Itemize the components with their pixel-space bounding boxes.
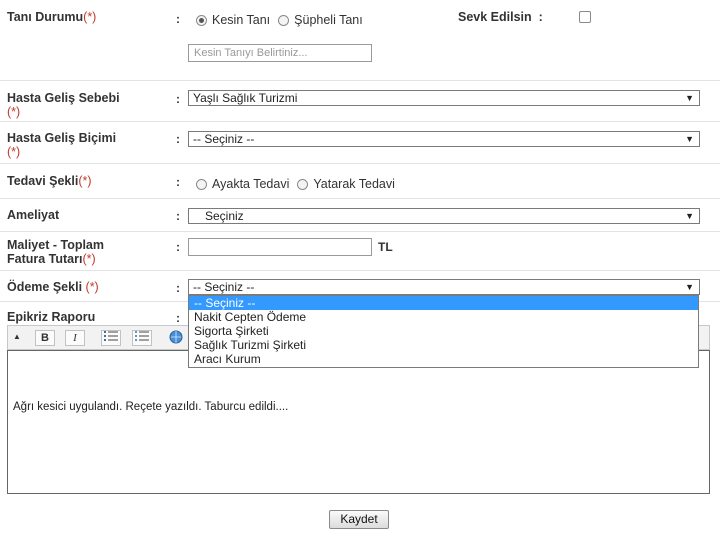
colon: :: [176, 175, 180, 189]
dropdown-arrow-icon: ▼: [685, 211, 694, 221]
colon: :: [176, 132, 180, 146]
colon: :: [176, 92, 180, 106]
odeme-sekli-dropdown-list: -- Seçiniz -- Nakit Cepten Ödeme Sigorta…: [188, 295, 699, 368]
dropdown-arrow-icon: ▼: [685, 134, 694, 144]
radio-unchecked-icon[interactable]: [196, 178, 207, 190]
colon: :: [176, 209, 180, 223]
hasta-gelis-sebebi-select[interactable]: Yaşlı Sağlık Turizmi ▼: [188, 90, 700, 106]
divider: [0, 198, 720, 199]
colon: :: [176, 12, 180, 26]
save-button[interactable]: Kaydet: [329, 510, 389, 529]
divider: [0, 163, 720, 164]
radio-kesin-tani[interactable]: Kesin Tanı: [196, 13, 270, 27]
bold-button[interactable]: B: [35, 330, 55, 346]
hasta-gelis-sebebi-label: Hasta Geliş Sebebi (*): [7, 91, 120, 119]
tedavi-sekli-radio-group: Ayakta Tedavi Yatarak Tedavi: [196, 177, 403, 191]
dropdown-option[interactable]: Sigorta Şirketi: [189, 324, 698, 338]
ordered-list-icon: [104, 331, 118, 341]
tani-durumu-radio-group: Kesin Tanı Şüpheli Tanı: [196, 13, 371, 27]
radio-ayakta-tedavi[interactable]: Ayakta Tedavi: [196, 177, 289, 191]
odeme-sekli-label: Ödeme Şekli (*): [7, 280, 99, 294]
divider: [0, 121, 720, 122]
unordered-list-icon: [135, 331, 149, 341]
hasta-gelis-bicimi-select[interactable]: -- Seçiniz -- ▼: [188, 131, 700, 147]
odeme-sekli-select[interactable]: -- Seçiniz -- ▼: [188, 279, 700, 295]
tedavi-sekli-label: Tedavi Şekli(*): [7, 174, 92, 188]
italic-button[interactable]: I: [65, 330, 85, 346]
kesin-tani-input[interactable]: Kesin Tanıyı Belirtiniz...: [188, 44, 372, 62]
epikriz-editor[interactable]: Ağrı kesici uygulandı. Reçete yazıldı. T…: [7, 350, 710, 494]
epikriz-raporu-label: Epikriz Raporu: [7, 310, 96, 324]
divider: [0, 270, 720, 271]
hasta-gelis-bicimi-label: Hasta Geliş Biçimi (*): [7, 131, 117, 159]
maliyet-input[interactable]: [188, 238, 372, 256]
colon: :: [176, 281, 180, 295]
unordered-list-button[interactable]: [132, 330, 152, 346]
colon: :: [176, 311, 180, 325]
dropdown-option[interactable]: Nakit Cepten Ödeme: [189, 310, 698, 324]
sevk-edilsin-label: Sevk Edilsin :: [458, 10, 543, 24]
radio-unchecked-icon[interactable]: [297, 178, 309, 190]
dropdown-option[interactable]: Sağlık Turizmi Şirketi: [189, 338, 698, 352]
divider: [0, 231, 720, 232]
radio-supheli-tani[interactable]: Şüpheli Tanı: [278, 13, 363, 27]
radio-yatarak-tedavi[interactable]: Yatarak Tedavi: [297, 177, 395, 191]
dropdown-option[interactable]: Aracı Kurum: [189, 352, 698, 366]
maliyet-label: Maliyet - Toplam Fatura Tutarı(*): [7, 238, 105, 266]
radio-checked-icon[interactable]: [196, 14, 207, 26]
currency-unit: TL: [378, 240, 393, 254]
radio-unchecked-icon[interactable]: [278, 14, 290, 26]
epikriz-content: Ağrı kesici uygulandı. Reçete yazıldı. T…: [13, 401, 289, 413]
dropdown-option[interactable]: -- Seçiniz --: [189, 296, 698, 310]
tani-durumu-label: Tanı Durumu(*): [7, 10, 97, 24]
sevk-edilsin-checkbox[interactable]: [579, 11, 591, 23]
globe-link-icon: [169, 330, 183, 344]
divider: [0, 80, 720, 81]
ordered-list-button[interactable]: [101, 330, 121, 346]
dropdown-arrow-icon: ▼: [685, 282, 694, 292]
dropdown-arrow-icon: ▼: [685, 93, 694, 103]
insert-link-button[interactable]: [166, 330, 186, 346]
colon: :: [176, 240, 180, 254]
ameliyat-select[interactable]: Seçiniz ▼: [188, 208, 700, 224]
toolbar-collapse-icon[interactable]: ▲: [12, 330, 22, 346]
ameliyat-label: Ameliyat: [7, 208, 60, 222]
